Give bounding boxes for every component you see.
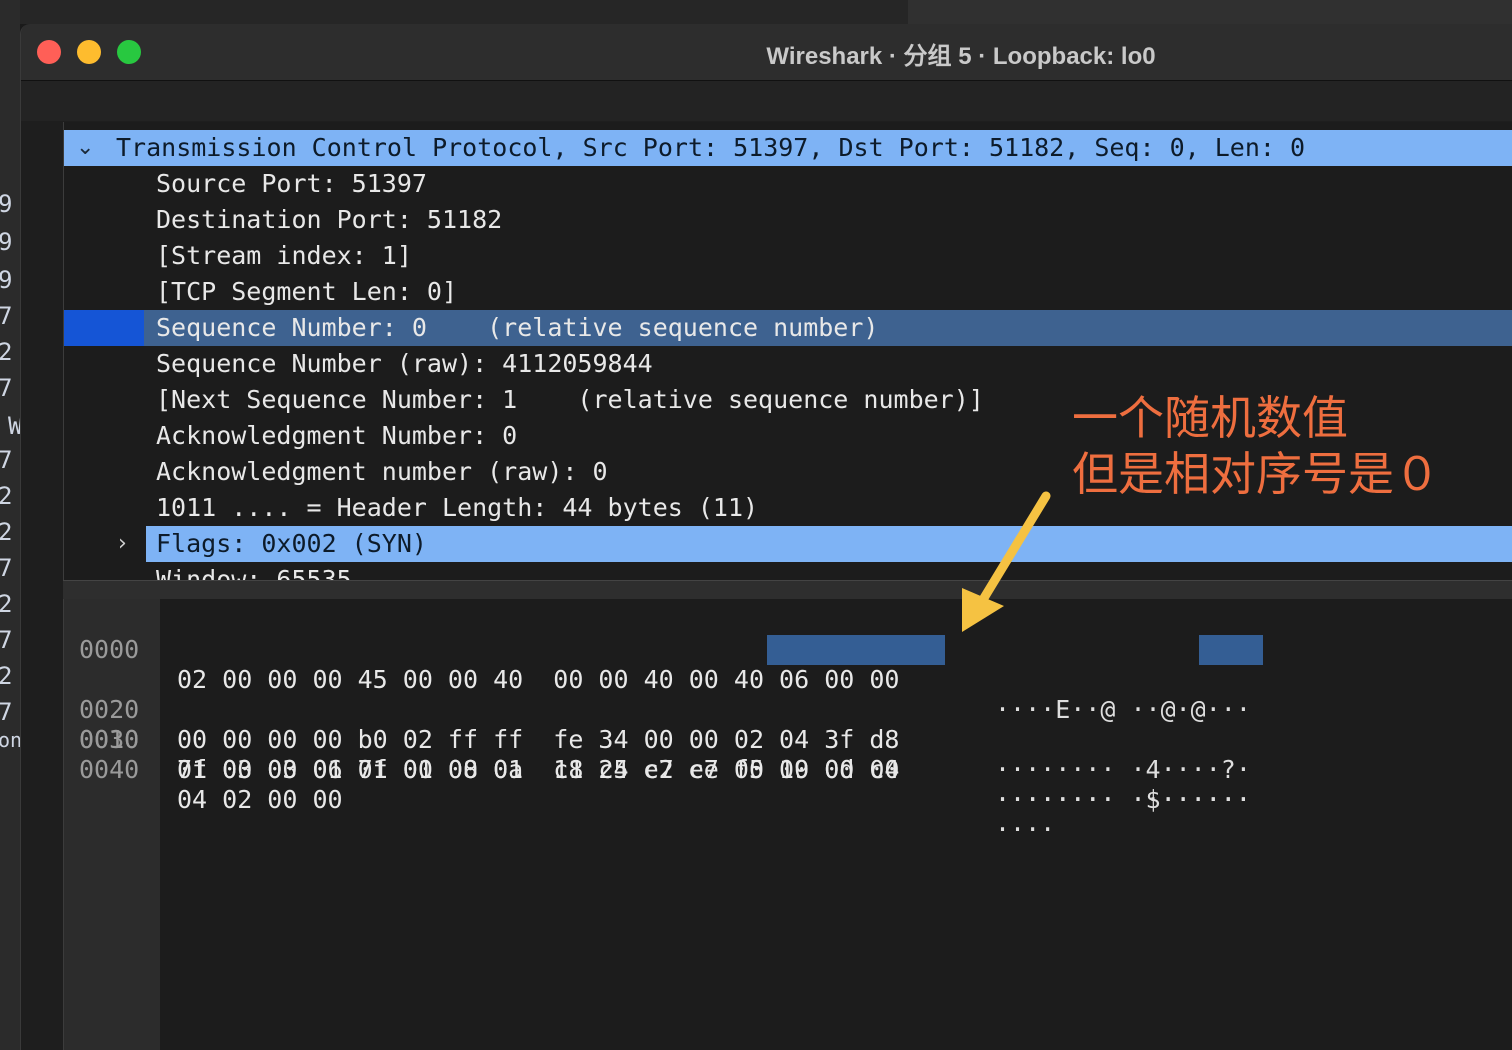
tree-row-sequence-raw[interactable]: Sequence Number (raw): 4112059844 [64, 346, 1512, 382]
tree-row-label: 1011 .... = Header Length: 44 bytes (11) [156, 493, 759, 522]
tree-row-label: [Stream index: 1] [156, 241, 412, 270]
hex-row[interactable]: 0000 02 00 00 00 45 00 00 40 00 00 40 00… [63, 605, 1512, 724]
hex-row[interactable]: 0010 7f 00 00 01 7f 00 00 01 c8 c5 c7 ee… [63, 635, 1512, 814]
tree-row-window[interactable]: Window: 65535 [64, 562, 1512, 580]
ascii-highlight [1199, 635, 1263, 665]
packet-details-pane[interactable]: ⌄ Transmission Control Protocol, Src Por… [63, 122, 1512, 580]
background-text: 7 [0, 626, 13, 654]
tree-row-destination-port[interactable]: Destination Port: 51182 [64, 202, 1512, 238]
background-window-strip: 9 9 9 7 2 7 W 7 2 2 7 2 7 2 7 on [0, 0, 23, 1050]
background-tab-bar [908, 0, 1512, 24]
hex-bytes: 04 02 00 00 [177, 785, 343, 814]
tree-row-label: Transmission Control Protocol, Src Port:… [116, 133, 1306, 162]
tree-row-segment-len[interactable]: [TCP Segment Len: 0] [64, 274, 1512, 310]
window-title: Wireshark · 分组 5 · Loopback: lo0 [766, 43, 1156, 70]
tree-row-sequence-number[interactable]: Sequence Number: 0 (relative sequence nu… [64, 310, 1512, 346]
background-text: 7 [0, 698, 13, 726]
annotation-text: 一个随机数值 但是相对序号是０ [1072, 390, 1440, 502]
title-bar: Wireshark · 分组 5 · Loopback: lo0 [21, 24, 1512, 81]
tree-row-tcp-protocol[interactable]: ⌄ Transmission Control Protocol, Src Por… [64, 130, 1512, 166]
hex-row[interactable]: 0030 01 03 03 06 01 01 08 0a 11 24 e2 c7… [63, 695, 1512, 814]
tree-row-flags[interactable]: › Flags: 0x002 (SYN) [64, 526, 1512, 562]
background-text: 2 [0, 518, 13, 546]
background-text: 9 [0, 228, 13, 256]
chevron-right-icon[interactable]: › [118, 526, 127, 562]
packet-bytes-pane[interactable]: 0000 02 00 00 00 45 00 00 40 00 00 40 00… [63, 599, 1512, 1050]
background-text: 2 [0, 482, 13, 510]
background-text: 7 [0, 374, 13, 402]
hex-row[interactable]: 0020 00 00 00 00 b0 02 ff ff fe 34 00 00… [63, 665, 1512, 784]
background-text: 9 [0, 190, 13, 218]
background-text: 9 [0, 266, 13, 294]
hex-bytes: 01 03 03 06 01 01 08 0a 11 24 e2 c7 00 0… [177, 755, 900, 784]
tree-row-stream-index[interactable]: [Stream index: 1] [64, 238, 1512, 274]
minimize-button[interactable] [77, 40, 101, 64]
hex-offset: 0040 [79, 755, 140, 784]
background-text: 2 [0, 662, 13, 690]
tree-row-label: Acknowledgment number (raw): 0 [156, 457, 608, 486]
background-window-topbar [20, 0, 1512, 24]
background-text: 2 [0, 590, 13, 618]
tree-row-label: Flags: 0x002 (SYN) [156, 529, 427, 558]
byte-highlight [767, 635, 945, 665]
hex-ascii: ········ ·4····?· [995, 755, 1251, 784]
background-text: 2 [0, 338, 13, 366]
background-text: 7 [0, 302, 13, 330]
annotation-line-2: 但是相对序号是０ [1072, 447, 1440, 501]
tree-row-label: Sequence Number (raw): 4112059844 [156, 349, 653, 378]
hex-row[interactable]: 0040 04 02 00 00 ···· [63, 725, 1512, 844]
tree-row-label: Acknowledgment Number: 0 [156, 421, 518, 450]
close-button[interactable] [37, 40, 61, 64]
wireshark-packet-window: Wireshark · 分组 5 · Loopback: lo0 ⌄ Trans… [20, 24, 1512, 1050]
background-text: on [0, 728, 23, 752]
tree-row-label: [TCP Segment Len: 0] [156, 277, 458, 306]
toolbar-area [21, 81, 1512, 121]
tree-row-label: Source Port: 51397 [156, 169, 427, 198]
tree-row-label: Window: 65535 [156, 565, 352, 580]
pane-splitter[interactable] [63, 580, 1512, 600]
hex-ascii: ········ ·$······ [995, 785, 1251, 814]
tree-row-label: [Next Sequence Number: 1 (relative seque… [156, 385, 984, 414]
tree-row-source-port[interactable]: Source Port: 51397 [64, 166, 1512, 202]
background-text: 7 [0, 446, 13, 474]
annotation-line-1: 一个随机数值 [1072, 391, 1348, 445]
chevron-down-icon[interactable]: ⌄ [76, 130, 94, 166]
tree-row-label: Sequence Number: 0 (relative sequence nu… [156, 313, 879, 342]
selection-gutter [64, 310, 144, 346]
background-text: 7 [0, 554, 13, 582]
hex-ascii: ···· [995, 815, 1056, 844]
zoom-button[interactable] [117, 40, 141, 64]
tree-row-label: Destination Port: 51182 [156, 205, 503, 234]
